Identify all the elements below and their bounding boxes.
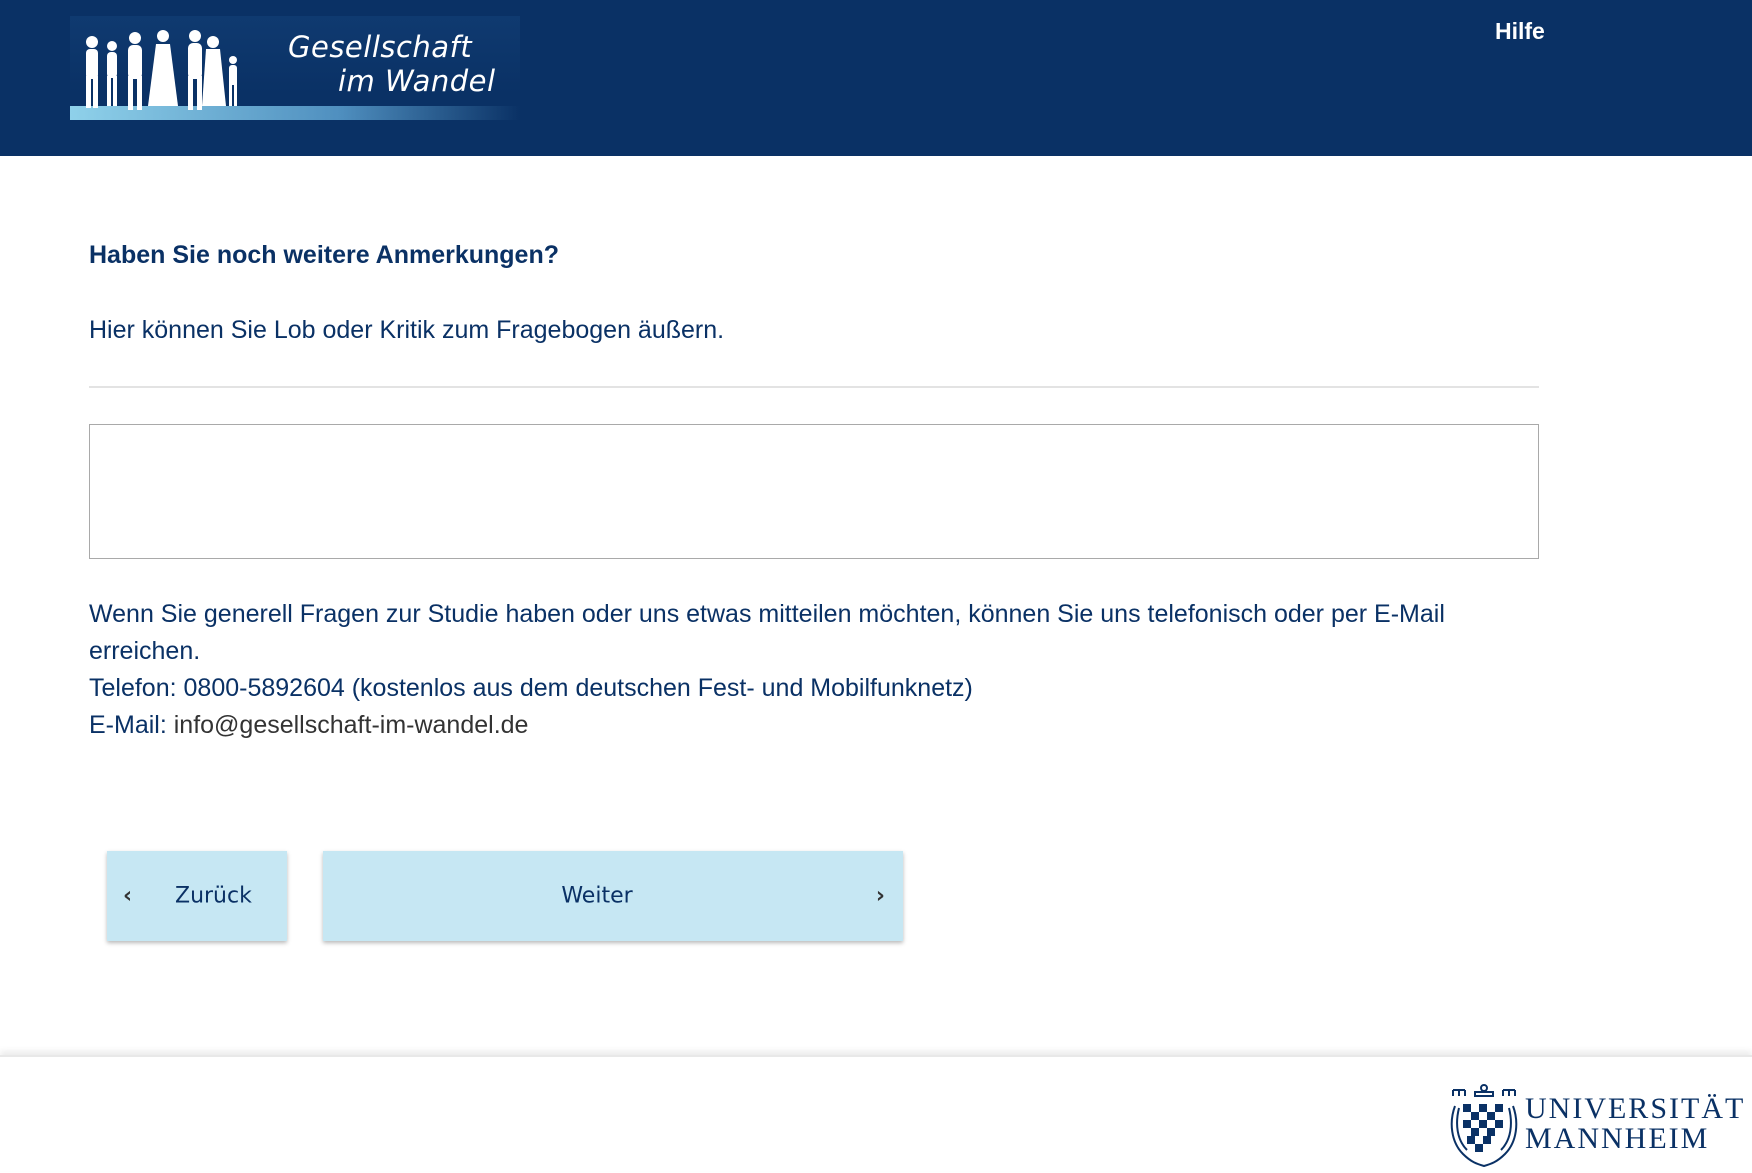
university-name-line1: UNIVERSITÄT — [1525, 1092, 1746, 1125]
question-hint: Hier können Sie Lob oder Kritik zum Frag… — [89, 316, 725, 344]
chevron-right-icon: › — [875, 883, 885, 909]
comment-textarea[interactable] — [89, 424, 1539, 559]
university-mannheim-logo: UNIVERSITÄT MANNHEIM — [1445, 1082, 1745, 1168]
back-button[interactable]: ‹ Zurück — [107, 851, 287, 941]
email-label: E-Mail: — [89, 711, 174, 739]
divider — [89, 386, 1539, 388]
chevron-left-icon: ‹ — [123, 883, 133, 909]
contact-info: Wenn Sie generell Fragen zur Studie habe… — [89, 596, 1539, 744]
contact-email: E-Mail: info@gesellschaft-im-wandel.de — [89, 707, 1539, 744]
help-link[interactable]: Hilfe — [1495, 18, 1545, 45]
logo-text-line2: im Wandel — [338, 64, 496, 98]
university-crest-icon — [1450, 1084, 1518, 1168]
next-button[interactable]: Weiter › — [323, 851, 903, 941]
question-title: Haben Sie noch weitere Anmerkungen? — [89, 241, 560, 269]
contact-phone: Telefon: 0800-5892604 (kostenlos aus dem… — [89, 674, 973, 702]
site-footer: UNIVERSITÄT MANNHEIM — [0, 1055, 1752, 1171]
contact-intro: Wenn Sie generell Fragen zur Studie habe… — [89, 600, 1445, 665]
site-header: Gesellschaft im Wandel Hilfe — [0, 0, 1752, 156]
university-name-line2: MANNHEIM — [1525, 1122, 1710, 1155]
back-button-label: Zurück — [175, 883, 252, 909]
email-address[interactable]: info@gesellschaft-im-wandel.de — [174, 711, 529, 739]
gesellschaft-im-wandel-logo: Gesellschaft im Wandel — [70, 16, 520, 126]
logo-text-line1: Gesellschaft — [288, 30, 473, 64]
next-button-label: Weiter — [561, 883, 633, 909]
